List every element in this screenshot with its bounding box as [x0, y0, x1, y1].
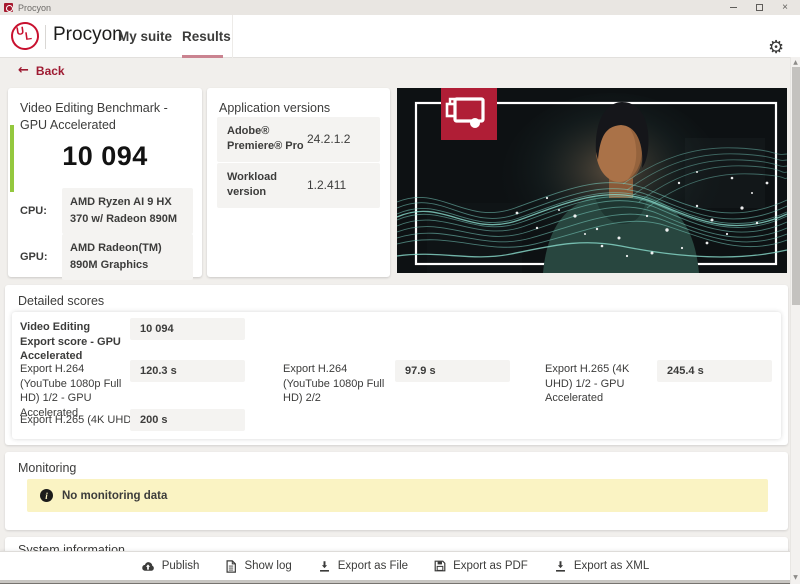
benchmark-title: Video Editing Benchmark - GPU Accelerate… [20, 101, 168, 132]
workload-version: 1.2.411 [307, 178, 347, 193]
h264-2of2-value: 97.9 s [395, 360, 510, 382]
document-icon [226, 559, 237, 573]
footer-actions-bar: Publish Show log Export as File Export a… [0, 551, 790, 580]
back-button[interactable]: ← Back [18, 63, 65, 78]
publish-button[interactable]: Publish [141, 560, 200, 573]
save-icon [434, 560, 446, 572]
video-editing-artwork [397, 88, 787, 273]
h265-2of2-value: 200 s [130, 409, 245, 431]
premiere-version: 24.2.1.2 [307, 132, 351, 147]
no-monitoring-message: No monitoring data [62, 489, 168, 502]
close-button[interactable]: × [772, 0, 798, 15]
header-separator [232, 15, 233, 58]
detailed-scores-card: Video Editing Export score - GPU Acceler… [12, 312, 781, 439]
publish-label: Publish [161, 560, 200, 572]
header-divider [45, 25, 46, 49]
scroll-down-icon[interactable]: ▼ [791, 574, 800, 581]
h265-1of2-value: 245.4 s [657, 360, 772, 382]
benchmark-summary-card: Video Editing Benchmark - GPU Accelerate… [8, 88, 202, 281]
show-log-button[interactable]: Show log [225, 559, 292, 573]
maximize-icon [755, 4, 763, 11]
show-log-label: Show log [244, 560, 292, 572]
h265-1of2-label: Export H.265 (4K UHD) 1/2 - GPU Accelera… [545, 363, 630, 405]
export-pdf-label: Export as PDF [453, 560, 528, 572]
export-score-value: 10 094 [130, 318, 245, 340]
export-file-button[interactable]: Export as File [318, 560, 408, 573]
settings-gear-icon[interactable]: ⚙ [768, 37, 784, 58]
info-icon: i [40, 489, 53, 502]
tab-results[interactable]: Results [182, 29, 231, 44]
export-xml-button[interactable]: Export as XML [554, 560, 649, 573]
procyon-app-window: Procyon × U L Procyon My suite Results ⚙… [0, 0, 800, 584]
export-file-label: Export as File [337, 560, 409, 572]
export-score-label: Video Editing Export score - GPU Acceler… [20, 321, 121, 363]
cloud-upload-icon [141, 561, 154, 571]
monitoring-title: Monitoring [18, 461, 77, 475]
gpu-spec-row: GPU: AMD Radeon(TM) 890M Graphics [20, 234, 193, 281]
minimize-button[interactable] [720, 0, 746, 15]
application-versions-title: Application versions [219, 101, 331, 115]
no-monitoring-banner: i No monitoring data [27, 479, 768, 512]
detailed-scores-title: Detailed scores [18, 294, 105, 308]
export-pdf-button[interactable]: Export as PDF [434, 560, 528, 572]
window-title: Procyon [18, 2, 52, 13]
video-camera-badge [441, 88, 497, 140]
tab-my-suite[interactable]: My suite [118, 29, 172, 44]
active-tab-underline [182, 55, 223, 58]
workload-version-row: Workload version 1.2.411 [217, 163, 380, 208]
app-header: U L Procyon My suite Results ⚙ [0, 15, 800, 58]
gpu-value: AMD Radeon(TM) 890M Graphics [62, 234, 193, 281]
window-controls: × [720, 0, 798, 15]
workload-label: Workload version [227, 171, 277, 199]
cpu-spec-row: CPU: AMD Ryzen AI 9 HX 370 w/ Radeon 890… [20, 188, 193, 235]
scrollbar-thumb[interactable] [792, 67, 800, 305]
ul-logo: U L [9, 20, 41, 52]
monitoring-section: Monitoring i No monitoring data [5, 452, 788, 530]
detailed-scores-section: Detailed scores Video Editing Export sco… [5, 285, 788, 445]
vertical-scrollbar[interactable]: ▲ ▼ [790, 57, 800, 584]
window-titlebar: Procyon × [0, 0, 800, 15]
download-icon [555, 560, 565, 572]
export-xml-label: Export as XML [573, 560, 650, 572]
minimize-icon [729, 7, 737, 8]
benchmark-score: 10 094 [62, 141, 148, 171]
maximize-button[interactable] [746, 0, 772, 15]
close-icon: × [782, 1, 788, 13]
premiere-label: Adobe® Premiere® Pro [227, 125, 304, 153]
artwork-canvas [397, 88, 787, 273]
scroll-up-icon[interactable]: ▲ [791, 59, 800, 66]
h264-1of2-value: 120.3 s [130, 360, 245, 382]
cpu-label: CPU: [20, 205, 47, 218]
h264-1of2-label: Export H.264 (YouTube 1080p Full HD) 1/2… [20, 363, 122, 419]
application-versions-card: Application versions Adobe® Premiere® Pr… [207, 88, 390, 277]
premiere-version-row: Adobe® Premiere® Pro 24.2.1.2 [217, 117, 380, 162]
app-icon [4, 3, 13, 12]
gpu-label: GPU: [20, 251, 48, 264]
h264-2of2-label: Export H.264 (YouTube 1080p Full HD) 2/2 [283, 363, 385, 405]
cpu-value: AMD Ryzen AI 9 HX 370 w/ Radeon 890M [62, 188, 193, 235]
brand-title: Procyon [53, 24, 123, 45]
back-label: Back [35, 63, 65, 78]
ul-logo-l: L [24, 30, 33, 43]
back-arrow-icon: ← [18, 63, 29, 78]
download-icon [319, 560, 329, 572]
